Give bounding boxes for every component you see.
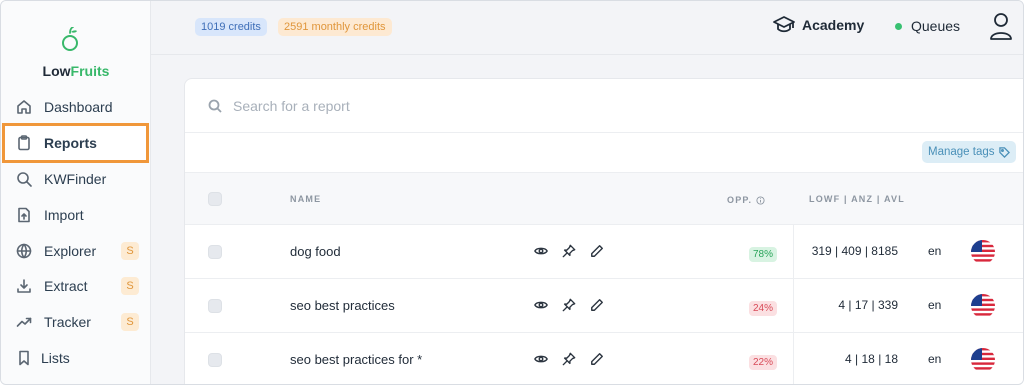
select-all-checkbox[interactable]	[208, 192, 222, 206]
sidebar-item-label: Explorer	[44, 243, 97, 259]
sidebar-item-label: KWFinder	[44, 171, 107, 187]
metrics-value: 4 | 18 | 18	[845, 352, 898, 366]
search-icon	[15, 170, 33, 188]
sidebar-item-reports[interactable]: Reports	[11, 130, 141, 156]
row-checkbox[interactable]	[208, 299, 222, 313]
language-code: en	[928, 352, 942, 366]
sidebar-item-label: Reports	[44, 135, 97, 151]
academy-link[interactable]: Academy	[773, 15, 864, 35]
language-code: en	[928, 298, 942, 312]
report-name[interactable]: seo best practices for *	[290, 352, 422, 367]
report-name[interactable]: dog food	[290, 244, 341, 259]
tags-toolbar: Manage tags	[185, 133, 1023, 173]
monthly-credits-badge: 2591 monthly credits	[278, 18, 392, 36]
sidebar-item-explorer[interactable]: Explorer S	[11, 238, 141, 264]
sidebar-item-import[interactable]: Import	[11, 202, 141, 228]
column-header-opp-label: OPP.	[727, 195, 753, 205]
opportunity-badge: 22%	[749, 355, 778, 370]
search-report-input[interactable]	[233, 94, 733, 118]
search-bar	[185, 79, 1023, 133]
brand-name-low: Low	[42, 63, 71, 79]
bookmark-icon	[15, 349, 33, 367]
edit-pencil-icon[interactable]	[589, 297, 605, 313]
download-icon	[15, 277, 33, 295]
pin-icon[interactable]	[561, 297, 577, 313]
sidebar-item-label: Import	[44, 207, 84, 223]
app-window: LowFruits Dashboard Reports KWFinder Imp…	[0, 0, 1024, 385]
trending-up-icon	[15, 313, 33, 331]
reports-card: Manage tags NAME OPP. LOWF | ANZ | AVL d…	[184, 78, 1023, 384]
column-divider	[793, 333, 794, 384]
row-actions	[533, 297, 617, 313]
sidebar-item-label: Lists	[41, 350, 70, 366]
home-icon	[15, 98, 33, 116]
academy-label: Academy	[802, 17, 865, 33]
top-bar: 1019 credits 2591 monthly credits Academ…	[151, 1, 1023, 55]
us-flag-icon	[971, 348, 995, 372]
sidebar-item-label: Extract	[44, 278, 88, 294]
edit-pencil-icon[interactable]	[589, 351, 605, 367]
table-row[interactable]: seo best practices for * 22% 4 | 18 | 18…	[185, 333, 1023, 384]
table-row[interactable]: seo best practices 24% 4 | 17 | 339 en	[185, 279, 1023, 333]
subscription-badge: S	[121, 313, 139, 331]
sidebar-item-kwfinder[interactable]: KWFinder	[11, 166, 141, 192]
language-code: en	[928, 244, 942, 258]
search-icon	[208, 99, 222, 113]
user-profile-icon[interactable]	[989, 12, 1013, 40]
column-divider	[793, 225, 794, 279]
manage-tags-button[interactable]: Manage tags	[922, 141, 1016, 163]
queues-link[interactable]: Queues	[895, 18, 960, 34]
subscription-badge: S	[121, 277, 139, 295]
sidebar-item-dashboard[interactable]: Dashboard	[11, 94, 141, 120]
column-header-name[interactable]: NAME	[290, 194, 321, 204]
info-icon	[756, 195, 765, 205]
queues-label: Queues	[911, 18, 961, 34]
file-upload-icon	[15, 206, 33, 224]
us-flag-icon	[971, 294, 995, 318]
sidebar-item-extract[interactable]: Extract S	[11, 273, 141, 299]
subscription-badge: S	[121, 242, 139, 260]
row-actions	[533, 243, 617, 259]
metrics-value: 4 | 17 | 339	[838, 298, 898, 312]
clipboard-icon	[15, 134, 33, 152]
pin-icon[interactable]	[561, 243, 577, 259]
opportunity-badge: 78%	[749, 247, 778, 262]
metrics-value: 319 | 409 | 8185	[811, 244, 898, 258]
brand-name-fruits: Fruits	[70, 63, 110, 79]
column-divider	[793, 279, 794, 333]
eye-icon[interactable]	[533, 297, 549, 313]
column-header-opp[interactable]: OPP.	[727, 195, 765, 205]
column-header-metrics[interactable]: LOWF | ANZ | AVL	[809, 194, 905, 204]
sidebar-item-label: Dashboard	[44, 99, 113, 115]
eye-icon[interactable]	[533, 243, 549, 259]
graduation-cap-icon	[773, 16, 795, 33]
logo-fruit-icon	[62, 27, 78, 51]
globe-icon	[15, 242, 33, 260]
edit-pencil-icon[interactable]	[589, 243, 605, 259]
brand-logo-text[interactable]: LowFruits	[1, 63, 151, 79]
sidebar-item-tracker[interactable]: Tracker S	[11, 309, 141, 335]
opportunity-badge: 24%	[749, 301, 778, 316]
row-checkbox[interactable]	[208, 353, 222, 367]
table-row[interactable]: dog food 78% 319 | 409 | 8185 en	[185, 225, 1023, 279]
row-checkbox[interactable]	[208, 245, 222, 259]
report-name[interactable]: seo best practices	[290, 298, 395, 313]
us-flag-icon	[971, 240, 995, 264]
sidebar: LowFruits Dashboard Reports KWFinder Imp…	[1, 1, 151, 384]
queue-status-dot	[895, 22, 902, 30]
tag-icon	[998, 146, 1010, 158]
pin-icon[interactable]	[561, 351, 577, 367]
sidebar-item-lists[interactable]: Lists	[11, 345, 141, 371]
sidebar-item-label: Tracker	[44, 314, 91, 330]
row-actions	[533, 351, 617, 367]
table-header: NAME OPP. LOWF | ANZ | AVL	[185, 173, 1023, 225]
credits-badge: 1019 credits	[195, 18, 267, 36]
manage-tags-label: Manage tags	[928, 146, 995, 158]
eye-icon[interactable]	[533, 351, 549, 367]
